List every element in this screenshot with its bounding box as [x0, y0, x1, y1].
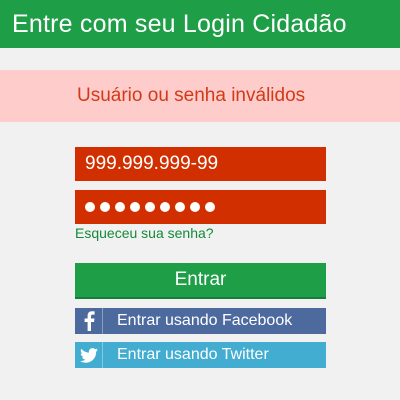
twitter-login-label: Entrar usando Twitter: [117, 346, 269, 363]
cpf-input[interactable]: [77, 153, 324, 175]
password-mask-dot: [85, 202, 95, 212]
facebook-login-button[interactable]: Entrar usando Facebook: [75, 308, 326, 334]
page-header: Entre com seu Login Cidadão: [0, 0, 400, 48]
error-message: Usuário ou senha inválidos: [77, 85, 306, 106]
error-banner: Usuário ou senha inválidos: [0, 70, 400, 122]
password-mask-dot: [130, 202, 140, 212]
password-mask-dot: [205, 202, 215, 212]
page-title: Entre com seu Login Cidadão: [12, 9, 347, 38]
password-mask-dot: [145, 202, 155, 212]
password-mask-dot: [160, 202, 170, 212]
cpf-field[interactable]: [75, 147, 326, 181]
enter-button[interactable]: Entrar: [75, 263, 326, 299]
facebook-login-label: Entrar usando Facebook: [117, 312, 293, 329]
facebook-icon: [75, 308, 103, 334]
forgot-password-link[interactable]: Esqueceu sua senha?: [75, 225, 214, 241]
twitter-login-button[interactable]: Entrar usando Twitter: [75, 342, 326, 368]
password-mask-dot: [190, 202, 200, 212]
password-mask-dot: [100, 202, 110, 212]
password-field[interactable]: [75, 190, 326, 224]
password-mask-dot: [115, 202, 125, 212]
password-input[interactable]: [85, 202, 215, 212]
twitter-icon: [75, 342, 103, 368]
enter-button-label: Entrar: [174, 269, 227, 290]
password-mask-dot: [175, 202, 185, 212]
